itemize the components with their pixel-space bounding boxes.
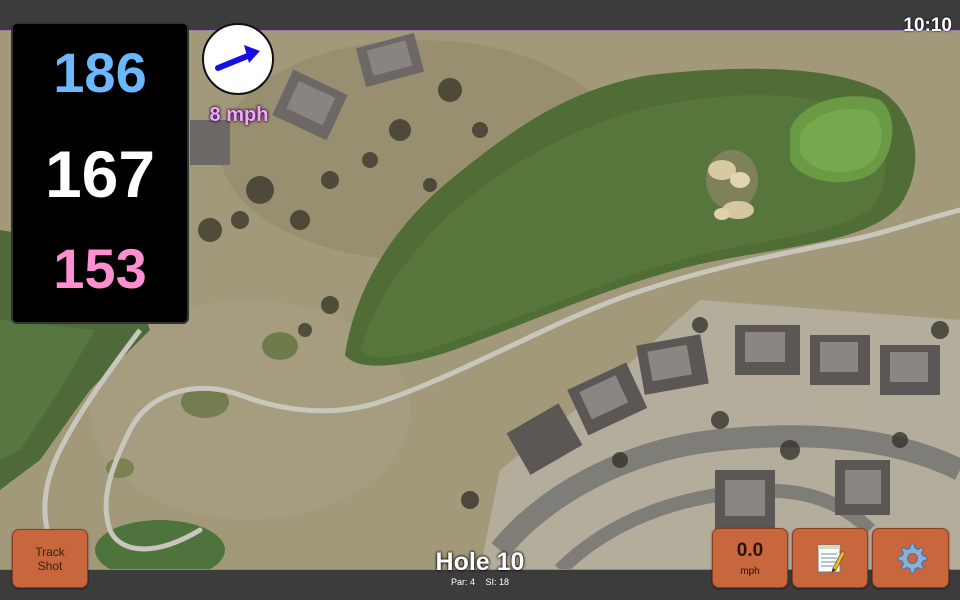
center-of-green-yardage: 167 [44,137,156,211]
front-of-green-yardage: 153 [53,237,147,300]
golf-gps-screen: 10:10 186 167 153 8 mph Track Shot Hole … [0,0,960,600]
gear-icon [897,543,927,574]
track-shot-label-line2: Shot [37,558,63,573]
track-shot-label-line1: Track [35,544,65,559]
yardage-panel: 186 167 153 [11,22,189,324]
clock: 10:10 [903,15,952,36]
wind-speed-button[interactable]: 0.0 mph [712,528,788,588]
track-shot-button[interactable]: Track Shot [12,529,88,588]
wind-speed-value: 0.0 [736,539,764,561]
wind-speed-unit: mph [740,565,760,577]
wind-direction-arrow-icon [215,45,260,71]
hole-stroke-index: SI: 18 [485,577,510,587]
settings-button[interactable] [872,528,949,588]
back-of-green-yardage: 186 [53,41,147,104]
notepad-icon [817,544,845,573]
hole-par: Par: 4 [450,577,475,587]
wind-direction-dial [202,23,274,95]
notes-button[interactable] [792,528,868,588]
wind-speed-label: 8 mph [209,104,269,126]
hole-info: Par: 4 SI: 18 [380,577,580,587]
hole-title: Hole 10 [435,548,525,576]
